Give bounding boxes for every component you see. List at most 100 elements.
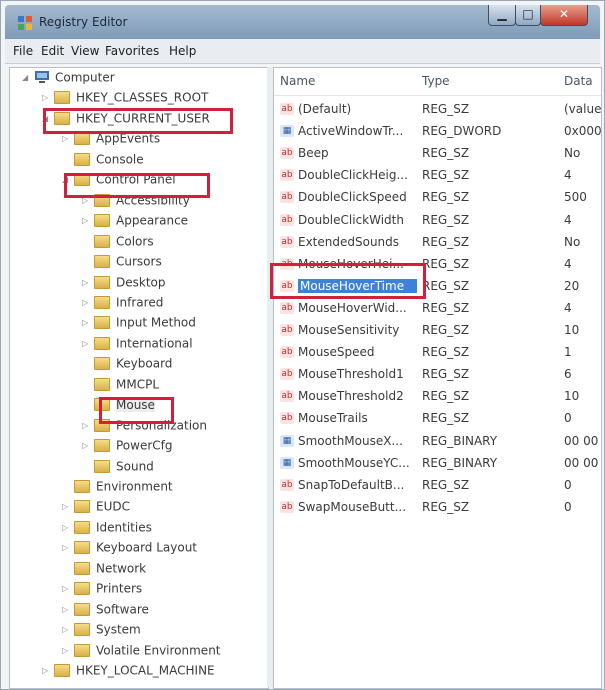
expand-arrow-icon[interactable]: ▷ (82, 216, 91, 225)
column-header-name[interactable]: Name (280, 74, 315, 88)
expand-arrow-icon[interactable]: ▷ (62, 584, 71, 593)
value-row[interactable]: ab Beep REG_SZ No (274, 143, 601, 165)
tree-node[interactable]: ▷ System (62, 622, 141, 642)
menu-file[interactable]: File (13, 44, 33, 58)
tree-node[interactable]: ▷ Desktop (82, 275, 166, 295)
tree-node[interactable]: ▷ PowerCfg (82, 438, 173, 458)
close-button[interactable]: ✕ (540, 5, 588, 26)
expand-arrow-icon[interactable]: ▷ (82, 421, 91, 430)
tree-node[interactable]: MMCPL (82, 377, 159, 397)
expand-arrow-icon[interactable]: ▷ (42, 666, 51, 675)
folder-icon (74, 500, 90, 514)
collapse-arrow-icon[interactable]: ◢ (42, 114, 51, 123)
tree-node[interactable]: ▷ Printers (62, 581, 142, 601)
folder-icon (74, 561, 90, 575)
minimize-button[interactable]: ▁ (488, 5, 516, 26)
expand-arrow-icon[interactable]: ▷ (82, 298, 91, 307)
tree-node[interactable]: ▷ EUDC (62, 499, 130, 519)
expand-arrow-icon[interactable]: ▷ (62, 502, 71, 511)
menu-help[interactable]: Help (169, 44, 196, 58)
tree-node[interactable]: ▷ Volatile Environment (62, 643, 221, 663)
maximize-button[interactable]: □ (515, 5, 541, 26)
title-bar[interactable]: Registry Editor ▁ □ ✕ (5, 5, 600, 39)
expand-arrow-icon[interactable]: ▷ (42, 93, 51, 102)
column-header-data[interactable]: Data (564, 74, 593, 88)
value-row[interactable]: ab DoubleClickSpeed REG_SZ 500 (274, 187, 601, 209)
value-row[interactable]: ab MouseThreshold1 REG_SZ 6 (274, 364, 601, 386)
tree-node[interactable]: Network (62, 561, 146, 581)
value-row[interactable]: ab ExtendedSounds REG_SZ No (274, 232, 601, 254)
value-row[interactable]: ab DoubleClickWidth REG_SZ 4 (274, 210, 601, 232)
tree-node[interactable]: Mouse (82, 397, 155, 417)
folder-icon (94, 357, 110, 371)
expand-arrow-icon[interactable]: ▷ (82, 278, 91, 287)
registry-tree[interactable]: ◢ Computer ▷ HKEY_CLASSES_ROOT ◢ HKEY_CURRENT… (9, 67, 269, 689)
tree-node[interactable]: Console (62, 152, 144, 172)
expand-arrow-icon[interactable]: ▷ (62, 543, 71, 552)
folder-icon (54, 664, 70, 678)
value-row[interactable]: ab DoubleClickHeig... REG_SZ 4 (274, 165, 601, 187)
value-row[interactable]: ab MouseThreshold2 REG_SZ 10 (274, 386, 601, 408)
expand-arrow-icon[interactable]: ▷ (82, 441, 91, 450)
folder-icon (74, 602, 90, 616)
binary-value-icon: ▦ (280, 434, 294, 447)
value-row[interactable]: ab MouseHoverWid... REG_SZ 4 (274, 298, 601, 320)
collapse-arrow-icon[interactable]: ◢ (62, 175, 71, 184)
tree-node[interactable]: ▷ Appearance (82, 213, 188, 233)
value-name: ExtendedSounds (298, 234, 400, 249)
expand-arrow-icon[interactable]: ▷ (82, 196, 91, 205)
tree-node[interactable]: Cursors (82, 254, 162, 274)
folder-icon (94, 439, 110, 453)
tree-node-label: HKEY_LOCAL_MACHINE (76, 663, 215, 678)
tree-node[interactable]: ▷ International (82, 336, 193, 356)
value-row[interactable]: ▦ SmoothMouseX... REG_BINARY 00 00 (274, 431, 601, 453)
tree-node[interactable]: ▷ Accessibility (82, 193, 190, 213)
tree-node[interactable]: Keyboard (82, 356, 172, 376)
value-row[interactable]: ab MouseHoverTime REG_SZ 20 (274, 276, 601, 298)
expand-arrow-icon[interactable]: ▷ (62, 605, 71, 614)
expand-arrow-icon[interactable]: ▷ (62, 134, 71, 143)
value-row[interactable]: ab MouseHoverHei... REG_SZ 4 (274, 254, 601, 276)
value-row[interactable]: ab (Default) REG_SZ (value (274, 99, 601, 121)
tree-node[interactable]: Colors (82, 234, 154, 254)
tree-node[interactable]: ▷ Software (62, 602, 149, 622)
tree-node[interactable]: ◢ Computer (22, 70, 115, 90)
expand-arrow-icon[interactable]: ▷ (62, 625, 71, 634)
expand-arrow-icon[interactable]: ▷ (62, 523, 71, 532)
value-row[interactable]: ▦ SmoothMouseYC... REG_BINARY 00 00 (274, 453, 601, 475)
string-value-icon: ab (280, 390, 294, 403)
tree-node[interactable]: ▷ AppEvents (62, 131, 160, 151)
value-row[interactable]: ab SnapToDefaultB... REG_SZ 0 (274, 475, 601, 497)
value-row[interactable]: ab MouseSensitivity REG_SZ 10 (274, 320, 601, 342)
expand-arrow-icon[interactable]: ▷ (82, 339, 91, 348)
tree-node[interactable]: Sound (82, 459, 154, 479)
folder-icon (94, 275, 110, 289)
tree-node[interactable]: ▷ Infrared (82, 295, 163, 315)
expand-arrow-icon[interactable]: ▷ (82, 318, 91, 327)
tree-node[interactable]: ▷ Identities (62, 520, 152, 540)
column-header-type[interactable]: Type (422, 74, 450, 88)
folder-icon (94, 398, 110, 412)
menu-edit[interactable]: Edit (41, 44, 64, 58)
tree-node[interactable]: ◢ Control Panel (62, 172, 176, 192)
tree-node[interactable]: ▷ Personalization (82, 418, 207, 438)
tree-node[interactable]: ▷ Keyboard Layout (62, 540, 197, 560)
value-row[interactable]: ab MouseSpeed REG_SZ 1 (274, 342, 601, 364)
tree-node[interactable]: ▷ HKEY_CLASSES_ROOT (42, 90, 208, 110)
value-name: SmoothMouseYC... (298, 455, 410, 470)
menu-view[interactable]: View (71, 44, 99, 58)
tree-node-label: EUDC (96, 499, 130, 514)
value-type: REG_SZ (422, 477, 470, 492)
tree-node[interactable]: ▷ HKEY_LOCAL_MACHINE (42, 663, 215, 683)
expand-arrow-icon[interactable]: ▷ (62, 646, 71, 655)
folder-icon (94, 459, 110, 473)
value-row[interactable]: ▦ ActiveWindowTr... REG_DWORD 0x000 (274, 121, 601, 143)
value-row[interactable]: ab SwapMouseButt... REG_SZ 0 (274, 497, 601, 519)
collapse-arrow-icon[interactable]: ◢ (22, 73, 31, 82)
tree-node[interactable]: ▷ Input Method (82, 315, 196, 335)
tree-node[interactable]: Environment (62, 479, 173, 499)
menu-favorites[interactable]: Favorites (105, 44, 159, 58)
tree-node[interactable]: ◢ HKEY_CURRENT_USER (42, 111, 210, 131)
folder-icon (74, 132, 90, 146)
value-row[interactable]: ab MouseTrails REG_SZ 0 (274, 408, 601, 430)
